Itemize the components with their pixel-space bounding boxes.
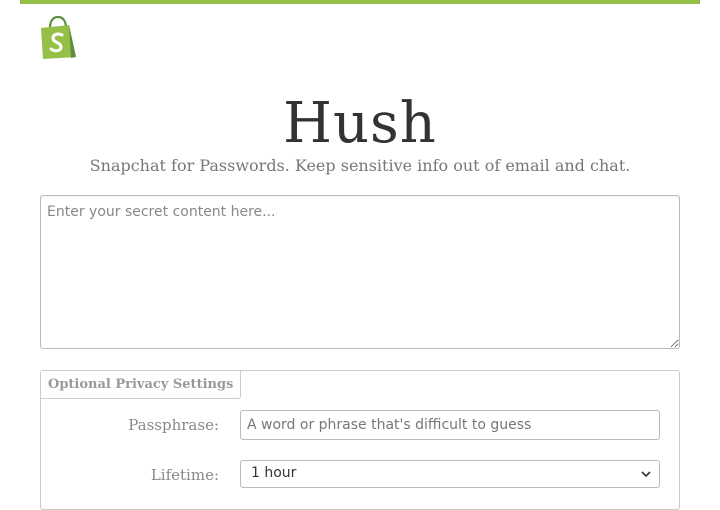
privacy-settings-legend: Optional Privacy Settings: [41, 371, 242, 399]
app-title: Hush: [283, 91, 437, 156]
lifetime-selected-value: 1 hour: [251, 465, 297, 481]
lifetime-label: Lifetime:: [150, 466, 219, 484]
passphrase-label: Passphrase:: [128, 416, 219, 434]
top-accent-bar: [20, 0, 700, 4]
passphrase-input[interactable]: [240, 410, 660, 440]
lifetime-select[interactable]: 1 hour: [240, 460, 660, 488]
shopify-logo-icon[interactable]: [39, 15, 79, 60]
app-tagline: Snapchat for Passwords. Keep sensitive i…: [89, 156, 631, 175]
secret-content-textarea[interactable]: [40, 195, 680, 349]
privacy-settings-fieldset: Optional Privacy Settings Passphrase: Li…: [40, 370, 680, 510]
chevron-down-icon: [641, 471, 651, 478]
